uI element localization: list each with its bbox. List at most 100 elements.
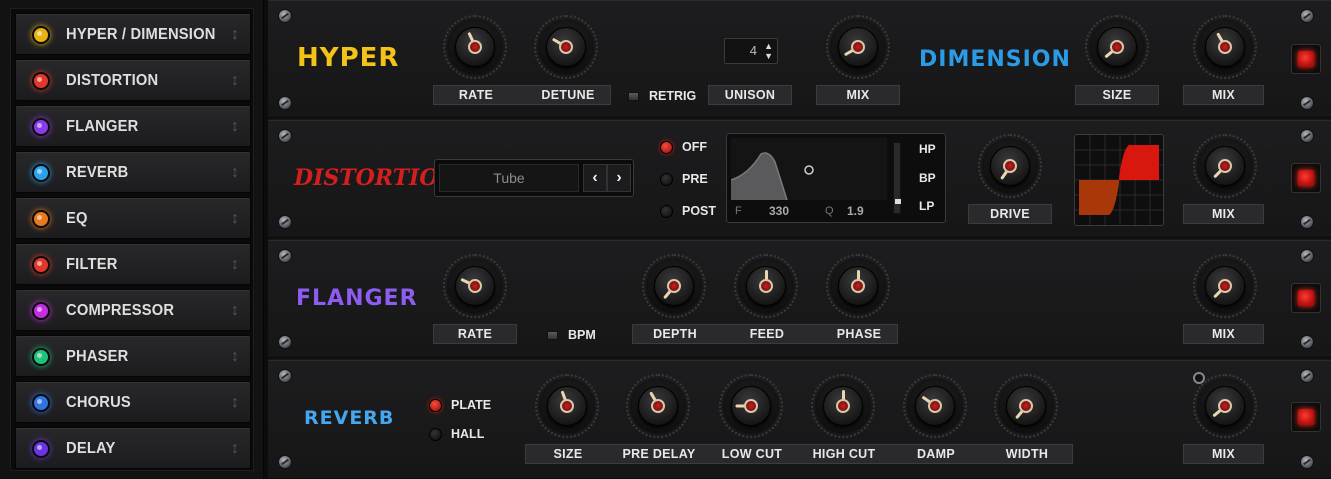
drag-handle-icon[interactable]: ↕ <box>230 207 240 231</box>
slider-thumb[interactable] <box>895 199 901 204</box>
reverb-mix-label: MIX <box>1183 444 1264 464</box>
filter-response-graph[interactable] <box>730 138 887 201</box>
flanger-rate-knob[interactable] <box>443 254 507 318</box>
drag-handle-icon[interactable]: ↕ <box>230 23 240 47</box>
sidebar-item-chorus[interactable]: CHORUS ↕ <box>15 381 251 423</box>
sidebar-item-eq[interactable]: EQ ↕ <box>15 197 251 239</box>
drag-handle-icon[interactable]: ↕ <box>230 345 240 369</box>
distortion-transfer-graph <box>1074 134 1164 226</box>
drag-handle-icon[interactable]: ↕ <box>230 161 240 185</box>
reverb-highcut-knob[interactable] <box>811 374 875 438</box>
reverb-size-label: SIZE <box>553 447 583 461</box>
drag-handle-icon[interactable]: ↕ <box>230 69 240 93</box>
unison-stepper[interactable]: 4 ▲ ▼ <box>724 38 778 64</box>
off-label: OFF <box>682 140 707 154</box>
distortion-filter-display[interactable]: F 330 Q 1.9 HP BP LP <box>726 133 946 223</box>
distortion-type-value[interactable]: Tube <box>439 164 579 192</box>
sidebar-item-label: DELAY <box>66 440 116 457</box>
filter-f-label: F <box>735 205 742 217</box>
dimension-mix-knob[interactable] <box>1193 15 1257 79</box>
flanger-mix-knob[interactable] <box>1193 254 1257 318</box>
mix-lock-icon[interactable] <box>1193 372 1205 384</box>
drag-handle-icon[interactable]: ↕ <box>230 437 240 461</box>
post-label: POST <box>682 204 717 218</box>
bpm-toggle[interactable]: BPM <box>547 328 596 342</box>
sidebar-item-hyper-dimension[interactable]: HYPER / DIMENSION ↕ <box>15 13 251 55</box>
retrig-toggle[interactable]: RETRIG <box>628 89 696 103</box>
hyper-rate-knob[interactable] <box>443 15 507 79</box>
distortion-post-radio[interactable]: POST <box>660 204 716 218</box>
screw-icon <box>1300 96 1314 110</box>
drag-handle-icon[interactable]: ↕ <box>230 253 240 277</box>
distortion-power-button[interactable] <box>1291 163 1321 193</box>
screw-icon <box>1300 9 1314 23</box>
effects-list: HYPER / DIMENSION ↕ DISTORTION ↕ FLANGER… <box>10 8 254 471</box>
drag-handle-icon[interactable]: ↕ <box>230 299 240 323</box>
distortion-drive-knob[interactable] <box>978 134 1042 198</box>
screw-icon <box>278 455 292 469</box>
reverb-lowcut-knob[interactable] <box>719 374 783 438</box>
reverb-hall-radio[interactable]: HALL <box>429 427 484 441</box>
hyper-rate-label: RATE <box>458 88 494 102</box>
flanger-panel: FLANGER RATE BPM DEPTH FEED PHASE MIX <box>268 240 1331 358</box>
prev-type-icon[interactable]: ‹ <box>583 164 607 192</box>
distortion-pre-radio[interactable]: PRE <box>660 172 708 186</box>
distortion-off-radio[interactable]: OFF <box>660 140 707 154</box>
flanger-power-button[interactable] <box>1291 283 1321 313</box>
dimension-size-label: SIZE <box>1075 85 1159 105</box>
screw-icon <box>278 9 292 23</box>
led-icon <box>32 118 50 136</box>
dimension-title: DIMENSION <box>919 47 1071 72</box>
hyper-mix-knob[interactable] <box>826 15 890 79</box>
led-icon <box>32 26 50 44</box>
reverb-power-button[interactable] <box>1291 402 1321 432</box>
width-label: WIDTH <box>1005 447 1049 461</box>
reverb-predelay-knob[interactable] <box>626 374 690 438</box>
distortion-panel: DISTORTION Tube ‹ › OFF PRE POST F 330 Q… <box>268 120 1331 238</box>
reverb-width-knob[interactable] <box>994 374 1058 438</box>
filter-q-value[interactable]: 1.9 <box>847 204 864 218</box>
unison-value: 4 <box>749 43 757 58</box>
distortion-type-selector[interactable]: Tube ‹ › <box>434 159 634 197</box>
radio-led-icon <box>660 204 673 218</box>
sidebar-item-flanger[interactable]: FLANGER ↕ <box>15 105 251 147</box>
dimension-size-knob[interactable] <box>1085 15 1149 79</box>
distortion-mix-knob[interactable] <box>1193 134 1257 198</box>
pre-label: PRE <box>682 172 708 186</box>
filter-bp-label[interactable]: BP <box>919 171 936 185</box>
stepper-arrows-icon[interactable]: ▲ ▼ <box>764 41 773 61</box>
sidebar-item-reverb[interactable]: REVERB ↕ <box>15 151 251 193</box>
retrig-label: RETRIG <box>649 89 697 103</box>
screw-icon <box>1300 215 1314 229</box>
reverb-size-knob[interactable] <box>535 374 599 438</box>
screw-icon <box>1300 249 1314 263</box>
sidebar-item-phaser[interactable]: PHASER ↕ <box>15 335 251 377</box>
next-type-icon[interactable]: › <box>607 164 631 192</box>
hyper-detune-knob[interactable] <box>534 15 598 79</box>
unison-label: UNISON <box>708 85 792 105</box>
hall-label: HALL <box>451 427 485 441</box>
sidebar-item-distortion[interactable]: DISTORTION ↕ <box>15 59 251 101</box>
filter-mode-slider[interactable] <box>893 142 901 214</box>
filter-f-value[interactable]: 330 <box>769 204 789 218</box>
sidebar-item-compressor[interactable]: COMPRESSOR ↕ <box>15 289 251 331</box>
screw-icon <box>278 96 292 110</box>
screw-icon <box>1300 335 1314 349</box>
hyper-detune-label: DETUNE <box>541 88 595 102</box>
reverb-damp-knob[interactable] <box>903 374 967 438</box>
hyper-dimension-panel: HYPER RATE DETUNE RETRIG 4 ▲ ▼ UNISON MI… <box>268 0 1331 118</box>
filter-hp-label[interactable]: HP <box>919 142 936 156</box>
reverb-plate-radio[interactable]: PLATE <box>429 398 491 412</box>
checkbox-icon <box>628 91 639 101</box>
reverb-mix-knob[interactable] <box>1193 374 1257 438</box>
drag-handle-icon[interactable]: ↕ <box>230 391 240 415</box>
sidebar-item-label: PHASER <box>66 348 129 365</box>
flanger-phase-knob[interactable] <box>826 254 890 318</box>
hyper-power-button[interactable] <box>1291 44 1321 74</box>
sidebar-item-filter[interactable]: FILTER ↕ <box>15 243 251 285</box>
drag-handle-icon[interactable]: ↕ <box>230 115 240 139</box>
filter-lp-label[interactable]: LP <box>919 199 934 213</box>
flanger-feed-knob[interactable] <box>734 254 798 318</box>
sidebar-item-delay[interactable]: DELAY ↕ <box>15 427 251 469</box>
flanger-depth-knob[interactable] <box>642 254 706 318</box>
